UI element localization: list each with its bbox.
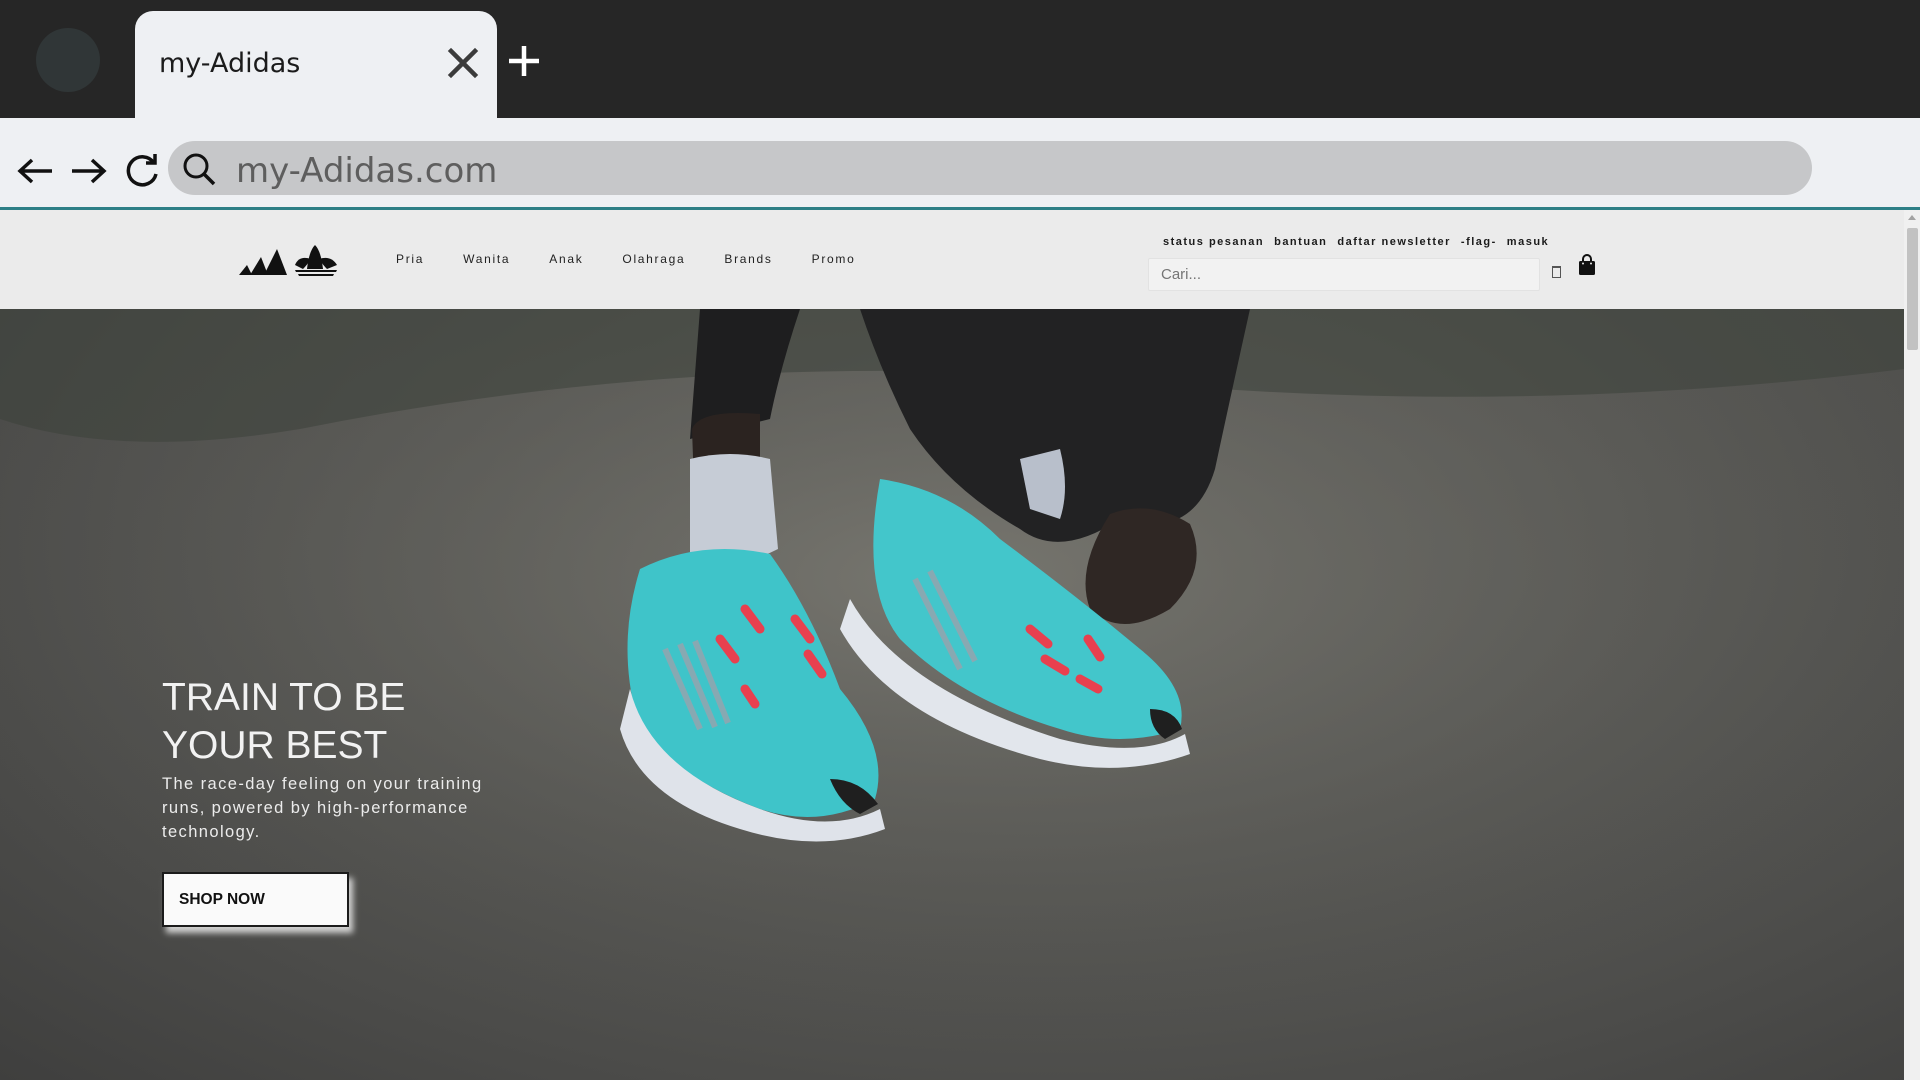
hero-heading-line1: TRAIN TO BE [162, 676, 406, 719]
shop-now-button[interactable]: SHOP NOW [162, 872, 349, 927]
search-button-icon[interactable] [1552, 266, 1561, 278]
link-masuk[interactable]: masuk [1507, 236, 1549, 248]
site-header: Pria Wanita Anak Olahraga Brands Promo s… [0, 210, 1904, 309]
plus-icon[interactable] [505, 42, 543, 80]
nav-item-anak[interactable]: Anak [549, 252, 583, 266]
hero-subtext: The race-day feeling on your training ru… [162, 775, 483, 841]
page-scrollbar[interactable] [1904, 210, 1920, 1080]
nav-item-olahraga[interactable]: Olahraga [622, 252, 685, 266]
site-search-input[interactable] [1149, 259, 1539, 290]
close-icon[interactable] [443, 43, 483, 83]
back-arrow-icon[interactable] [14, 150, 56, 192]
nav-item-pria[interactable]: Pria [396, 252, 424, 266]
shopping-bag-icon[interactable] [1578, 254, 1596, 276]
adidas-logo[interactable] [237, 243, 341, 279]
scroll-up-arrow-icon[interactable] [1908, 215, 1916, 220]
search-icon [183, 153, 216, 186]
reload-icon[interactable] [121, 150, 163, 192]
hero-heading-line2: YOUR BEST [162, 724, 388, 767]
link-bantuan[interactable]: bantuan [1274, 236, 1327, 248]
browser-tab-bar: my-Adidas [0, 0, 1920, 118]
tab-title: my-Adidas [159, 48, 301, 79]
nav-item-brands[interactable]: Brands [724, 252, 772, 266]
link-status-pesanan[interactable]: status pesanan [1163, 236, 1264, 248]
page-viewport: Pria Wanita Anak Olahraga Brands Promo s… [0, 210, 1920, 1080]
address-bar[interactable]: my-Adidas.com [168, 141, 1812, 195]
utility-links: status pesanan bantuan daftar newsletter… [1163, 236, 1559, 248]
hero-heading: TRAIN TO BE YOUR BEST [162, 674, 582, 770]
browser-tab[interactable]: my-Adidas [135, 11, 497, 118]
nav-item-promo[interactable]: Promo [812, 252, 856, 266]
scrollbar-thumb[interactable] [1907, 228, 1918, 350]
link-daftar-newsletter[interactable]: daftar newsletter [1337, 236, 1451, 248]
url-text: my-Adidas.com [236, 151, 498, 191]
site-search-field[interactable] [1148, 258, 1540, 291]
main-navigation: Pria Wanita Anak Olahraga Brands Promo [396, 252, 894, 266]
nav-item-wanita[interactable]: Wanita [463, 252, 510, 266]
forward-arrow-icon[interactable] [68, 150, 110, 192]
hero-banner: TRAIN TO BE YOUR BEST The race-day feeli… [0, 309, 1904, 1080]
link-flag[interactable]: -flag- [1461, 236, 1497, 248]
profile-avatar[interactable] [36, 28, 100, 92]
